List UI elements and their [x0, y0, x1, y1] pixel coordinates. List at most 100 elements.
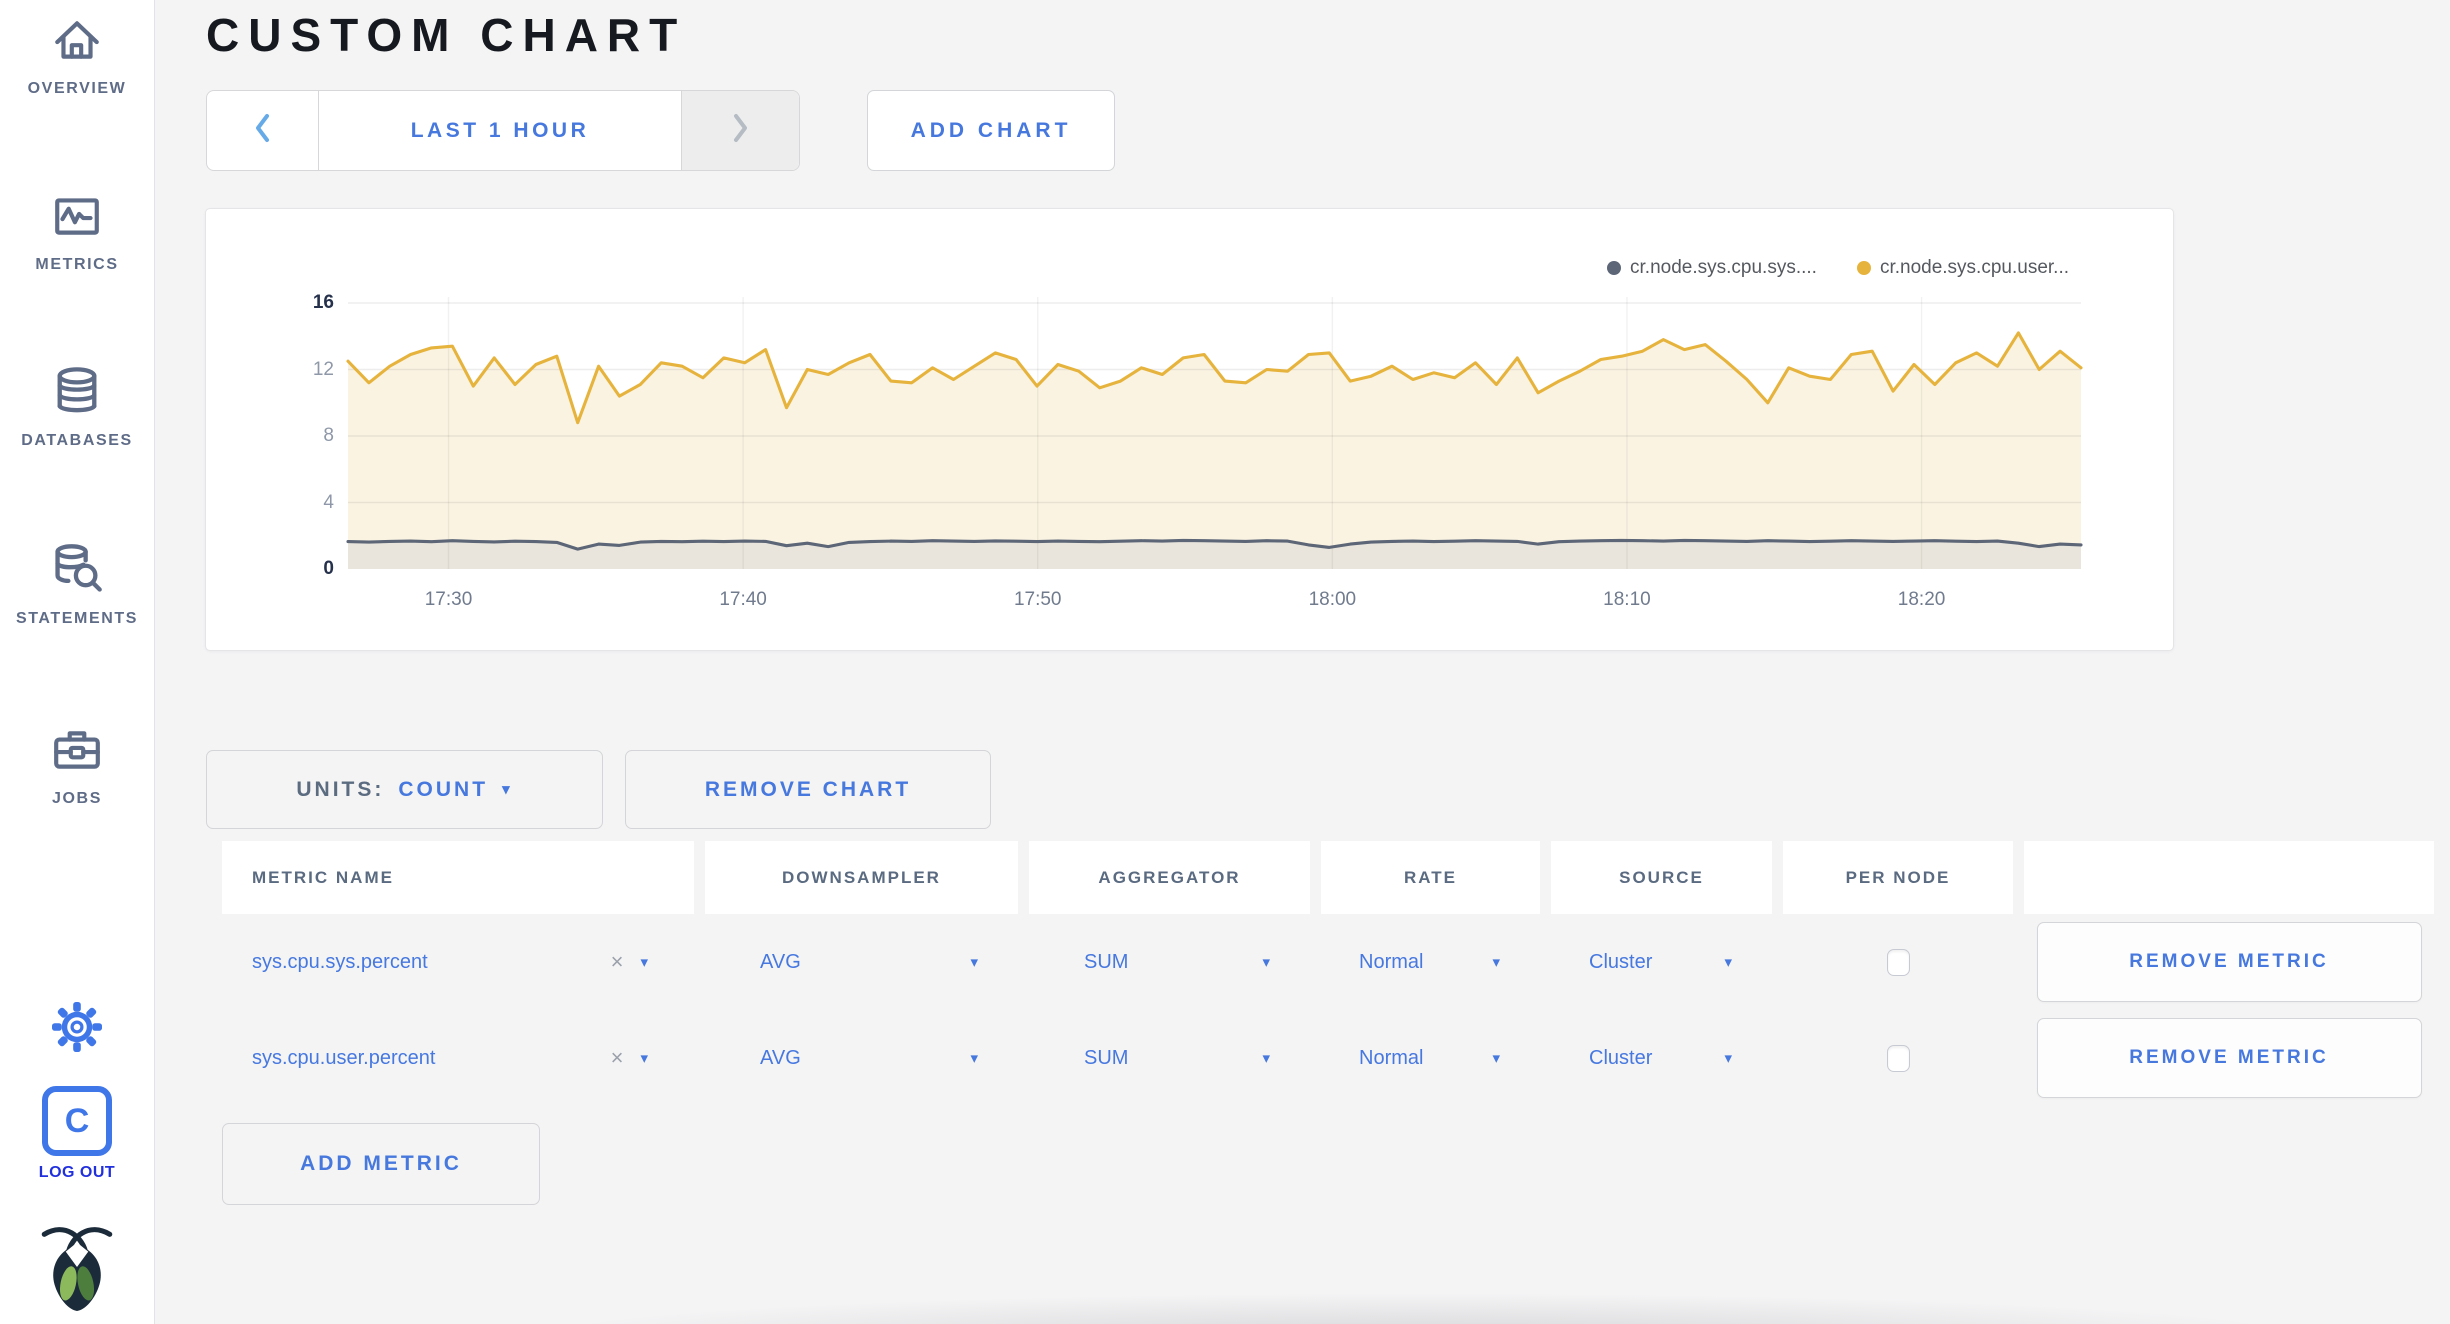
chevron-down-icon: ▾	[970, 1049, 978, 1067]
sidebar-item-label: STATEMENTS	[15, 610, 139, 627]
time-window-selector: LAST 1 HOUR	[206, 90, 800, 171]
legend-label: cr.node.sys.cpu.user...	[1879, 257, 2069, 278]
x-tick-label: 17:30	[424, 589, 473, 610]
clear-metric-icon[interactable]: ×	[611, 949, 624, 975]
downsampler-dropdown[interactable]: AVG ▾	[705, 914, 1018, 1010]
remove-metric-button[interactable]: REMOVE METRIC	[2036, 922, 2422, 1002]
source-dropdown-value: Cluster	[1589, 1046, 1653, 1069]
sidebar-item-overview[interactable]: OVERVIEW	[0, 14, 154, 98]
cockroach-bug-icon	[40, 1227, 114, 1316]
remove-metric-button[interactable]: REMOVE METRIC	[2036, 1018, 2422, 1098]
x-tick-label: 18:20	[1897, 589, 1946, 610]
database-icon	[50, 364, 104, 423]
chevron-down-icon: ▾	[970, 953, 978, 971]
metric-name-dropdown[interactable]: sys.cpu.sys.percent × ▾	[222, 914, 694, 1010]
aggregator-dropdown-value: SUM	[1084, 950, 1129, 973]
metrics-table-body: sys.cpu.sys.percent × ▾ AVG ▾ SUM ▾ Normal ▾ Clus…	[222, 914, 2434, 1106]
units-dropdown[interactable]: UNITS: COUNT ▾	[206, 750, 603, 829]
per-node-checkbox[interactable]	[1886, 1044, 1910, 1072]
chevron-right-icon	[732, 113, 749, 148]
legend-item[interactable]: cr.node.sys.cpu.sys....	[1607, 257, 1817, 279]
chart-legend: cr.node.sys.cpu.sys.... cr.node.sys.cpu.u…	[1607, 257, 2069, 279]
legend-dot-icon	[1607, 261, 1622, 275]
downsampler-dropdown-value: AVG	[760, 950, 801, 973]
legend-item[interactable]: cr.node.sys.cpu.user...	[1856, 257, 2069, 279]
sidebar-item-label: JOBS	[52, 790, 102, 807]
sidebar-item-label: METRICS	[35, 256, 119, 273]
metrics-table-header: METRIC NAME DOWNSAMPLER AGGREGATOR RATE SOUR…	[222, 841, 2434, 914]
metric-action-cell: REMOVE METRIC	[2024, 1010, 2434, 1106]
metric-name-value: sys.cpu.sys.percent	[252, 950, 428, 973]
chevron-down-icon: ▾	[1262, 1049, 1270, 1067]
metrics-icon	[51, 190, 103, 247]
chevron-down-icon: ▾	[1492, 953, 1500, 971]
chevron-down-icon: ▾	[640, 953, 648, 971]
metric-action-cell: REMOVE METRIC	[2024, 914, 2434, 1010]
remove-chart-button[interactable]: REMOVE CHART	[625, 750, 991, 829]
time-window-prev-button[interactable]	[207, 91, 319, 170]
chevron-down-icon: ▾	[640, 1049, 648, 1067]
chevron-left-icon	[254, 113, 271, 148]
table-column-header: RATE	[1321, 841, 1540, 914]
clear-metric-icon[interactable]: ×	[611, 1045, 624, 1071]
chevron-down-icon: ▾	[1724, 1049, 1732, 1067]
x-tick-label: 18:10	[1603, 589, 1651, 610]
source-dropdown[interactable]: Cluster ▾	[1551, 914, 1772, 1010]
table-column-header: PER NODE	[1783, 841, 2013, 914]
add-chart-button[interactable]: ADD CHART	[867, 90, 1115, 171]
units-prefix-label: UNITS:	[296, 777, 385, 801]
statements-icon	[50, 542, 104, 601]
table-column-header: AGGREGATOR	[1029, 841, 1310, 914]
aggregator-dropdown[interactable]: SUM ▾	[1029, 914, 1310, 1010]
table-column-header	[2024, 841, 2434, 914]
sidebar-item-databases[interactable]: DATABASES	[0, 364, 154, 450]
rate-dropdown[interactable]: Normal ▾	[1321, 914, 1540, 1010]
chevron-down-icon: ▾	[1724, 953, 1732, 971]
time-window-label[interactable]: LAST 1 HOUR	[319, 91, 681, 170]
time-window-next-button[interactable]	[681, 91, 799, 170]
aggregator-dropdown[interactable]: SUM ▾	[1029, 1010, 1310, 1106]
settings-button[interactable]	[0, 1002, 154, 1057]
metrics-table: METRIC NAME DOWNSAMPLER AGGREGATOR RATE SOUR…	[222, 841, 2434, 1106]
source-dropdown-value: Cluster	[1589, 950, 1653, 973]
y-tick-label: 8	[323, 425, 334, 446]
home-icon	[51, 14, 103, 71]
table-column-header: METRIC NAME	[222, 841, 694, 914]
source-dropdown[interactable]: Cluster ▾	[1551, 1010, 1772, 1106]
metric-name-value: sys.cpu.user.percent	[252, 1046, 436, 1069]
sidebar-item-statements[interactable]: STATEMENTS	[0, 542, 154, 628]
sidebar-item-label: OVERVIEW	[27, 80, 127, 97]
chevron-down-icon: ▾	[502, 781, 513, 798]
legend-label: cr.node.sys.cpu.sys....	[1630, 257, 1817, 278]
x-tick-label: 17:40	[719, 589, 767, 610]
x-tick-label: 17:50	[1013, 589, 1062, 610]
table-column-header: SOURCE	[1551, 841, 1772, 914]
downsampler-dropdown[interactable]: AVG ▾	[705, 1010, 1018, 1106]
custom-chart-page: OVERVIEW METRICS DATABASES STATEMENTS JO	[0, 0, 2450, 1324]
per-node-cell	[1783, 914, 2013, 1010]
units-value: COUNT	[398, 777, 489, 801]
metric-row: sys.cpu.sys.percent × ▾ AVG ▾ SUM ▾ Normal ▾ Clus…	[222, 914, 2434, 1010]
sidebar-item-jobs[interactable]: JOBS	[0, 724, 154, 808]
cockroach-logo[interactable]	[0, 1222, 154, 1317]
per-node-cell	[1783, 1010, 2013, 1106]
table-column-header: DOWNSAMPLER	[705, 841, 1018, 914]
legend-dot-icon	[1856, 261, 1871, 275]
logout-button[interactable]: C LOG OUT	[0, 1086, 154, 1182]
y-tick-label: 0	[323, 558, 334, 579]
chart-plot[interactable]	[346, 297, 2083, 569]
logout-label: LOG OUT	[38, 1164, 116, 1181]
page-title: CUSTOM CHART	[206, 9, 687, 61]
rate-dropdown-value: Normal	[1359, 950, 1424, 973]
add-metric-button[interactable]: ADD METRIC	[222, 1123, 540, 1205]
rate-dropdown[interactable]: Normal ▾	[1321, 1010, 1540, 1106]
cockroach-c-icon: C	[42, 1086, 112, 1156]
rate-dropdown-value: Normal	[1359, 1046, 1424, 1069]
metric-name-dropdown[interactable]: sys.cpu.user.percent × ▾	[222, 1010, 694, 1106]
y-tick-label: 4	[323, 491, 334, 513]
jobs-icon	[51, 724, 103, 781]
sidebar-item-metrics[interactable]: METRICS	[0, 190, 154, 274]
per-node-checkbox[interactable]	[1886, 948, 1910, 976]
chart-card: cr.node.sys.cpu.sys.... cr.node.sys.cpu.u…	[205, 208, 2174, 651]
downsampler-dropdown-value: AVG	[760, 1046, 801, 1069]
